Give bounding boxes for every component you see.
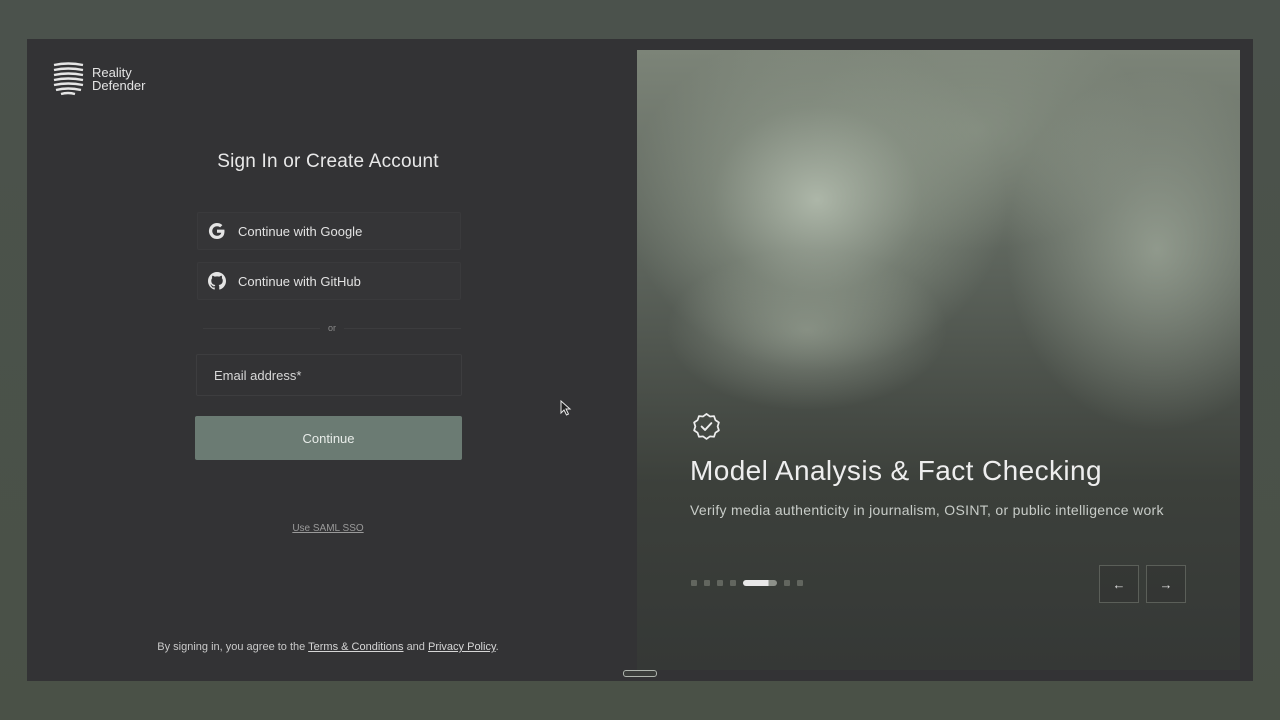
divider-line-left bbox=[203, 327, 320, 329]
carousel-dot[interactable] bbox=[784, 580, 790, 586]
divider-line-right bbox=[344, 327, 462, 329]
google-icon bbox=[208, 222, 225, 240]
email-field[interactable]: Email address* bbox=[196, 354, 462, 396]
email-placeholder: Email address* bbox=[214, 367, 302, 383]
carousel-indicators bbox=[691, 580, 803, 586]
divider-or-text: or bbox=[328, 323, 337, 333]
brand-name: Reality Defender bbox=[92, 66, 145, 92]
slide-title: Model Analysis & Fact Checking bbox=[690, 455, 1102, 486]
legal-suffix: . bbox=[495, 641, 499, 653]
carousel-prev-button[interactable]: ← bbox=[1099, 565, 1139, 603]
or-divider: or bbox=[203, 322, 462, 334]
privacy-link[interactable]: Privacy Policy bbox=[428, 641, 496, 653]
reality-defender-logo-icon bbox=[53, 62, 84, 96]
carousel-dot[interactable] bbox=[704, 580, 710, 586]
mouse-cursor-icon bbox=[560, 400, 572, 416]
verified-badge-icon bbox=[693, 413, 720, 440]
carousel-dot[interactable] bbox=[717, 580, 723, 586]
terms-link[interactable]: Terms & Conditions bbox=[308, 641, 403, 653]
legal-prefix: By signing in, you agree to the bbox=[157, 641, 306, 653]
page-title: Sign In or Create Account bbox=[217, 151, 439, 172]
feature-carousel: Model Analysis & Fact Checking Verify me… bbox=[637, 50, 1240, 670]
app-window: Reality Defender Sign In or Create Accou… bbox=[27, 39, 1253, 681]
carousel-next-button[interactable]: → bbox=[1146, 565, 1186, 603]
continue-button[interactable]: Continue bbox=[195, 416, 462, 460]
arrow-left-icon: ← bbox=[1112, 576, 1126, 592]
brand-logo[interactable]: Reality Defender bbox=[53, 62, 145, 96]
legal-notice: By signing in, you agree to the Terms & … bbox=[27, 641, 629, 653]
github-icon bbox=[208, 272, 226, 290]
legal-and: and bbox=[406, 641, 425, 653]
carousel-dot-active[interactable] bbox=[743, 580, 777, 586]
github-signin-label: Continue with GitHub bbox=[238, 273, 361, 289]
google-signin-label: Continue with Google bbox=[238, 223, 363, 239]
saml-sso-link[interactable]: Use SAML SSO bbox=[27, 523, 629, 534]
auth-pane: Reality Defender Sign In or Create Accou… bbox=[27, 39, 635, 681]
carousel-dot[interactable] bbox=[730, 580, 736, 586]
carousel-dot[interactable] bbox=[691, 580, 697, 586]
brand-line-2: Defender bbox=[92, 78, 146, 93]
arrow-right-icon: → bbox=[1159, 576, 1173, 592]
scroll-handle[interactable] bbox=[623, 670, 657, 677]
github-signin-button[interactable]: Continue with GitHub bbox=[197, 262, 461, 300]
slide-subtitle: Verify media authenticity in journalism,… bbox=[690, 502, 1164, 518]
continue-label: Continue bbox=[302, 430, 355, 446]
google-signin-button[interactable]: Continue with Google bbox=[197, 212, 461, 250]
carousel-dot[interactable] bbox=[797, 580, 803, 586]
